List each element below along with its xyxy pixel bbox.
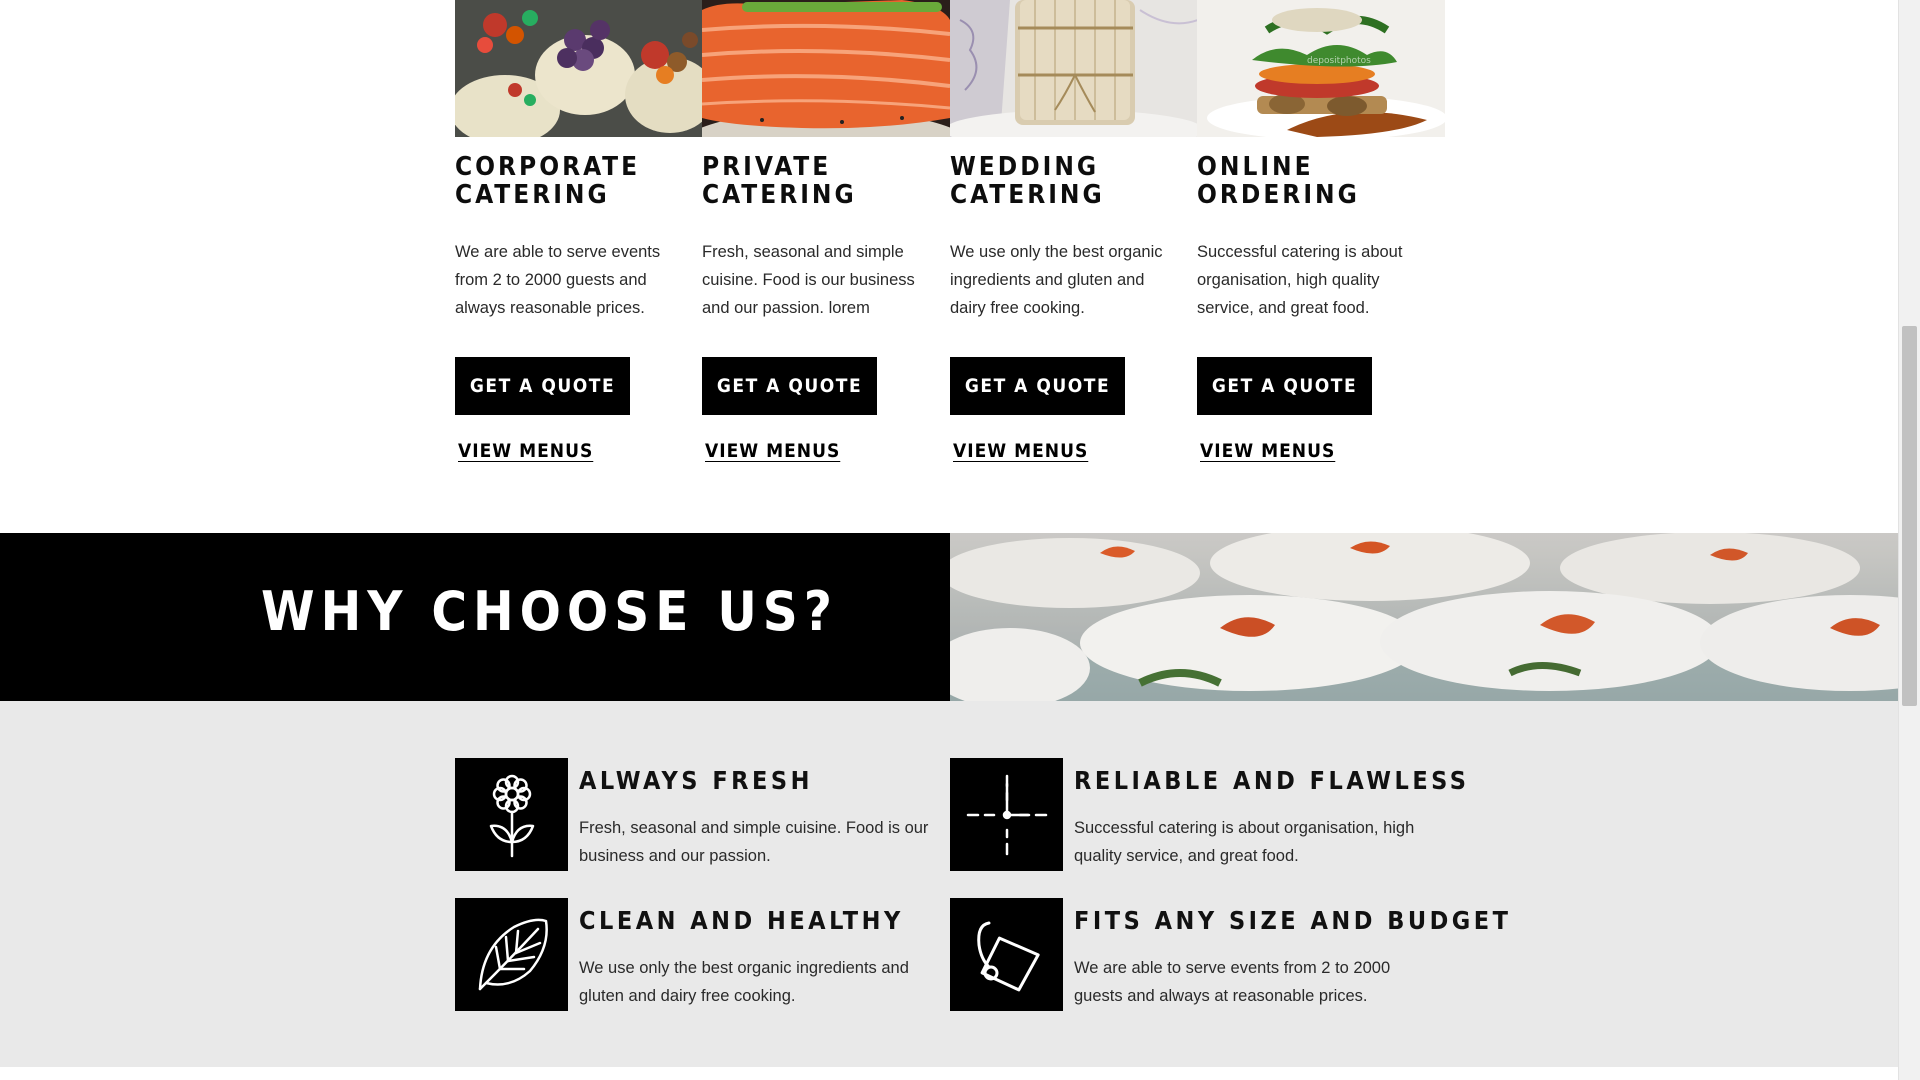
view-menus-link[interactable]: VIEW MENUS (953, 440, 1088, 462)
page-footer-edge (0, 1067, 1898, 1080)
service-description: We are able to serve events from 2 to 20… (455, 243, 661, 317)
view-menus-link[interactable]: VIEW MENUS (458, 440, 593, 462)
flower-icon (455, 758, 568, 871)
service-description: We use only the best organic ingredients… (950, 243, 1163, 317)
feature-clean-healthy: CLEAN AND HEALTHY We use only the best o… (455, 898, 935, 1012)
get-quote-button[interactable]: GET A QUOTE (1197, 357, 1372, 415)
page: CORPORATE CATERING We are able to serve … (0, 0, 1898, 1080)
feature-title: ALWAYS FRESH (579, 766, 813, 795)
get-quote-button[interactable]: GET A QUOTE (455, 357, 630, 415)
feature-title: CLEAN AND HEALTHY (579, 906, 904, 935)
leaf-icon (455, 898, 568, 1011)
clock-icon (950, 758, 1063, 871)
service-title: PRIVATE CATERING (702, 152, 857, 210)
get-quote-button[interactable]: GET A QUOTE (702, 357, 877, 415)
service-title: WEDDING CATERING (950, 152, 1105, 210)
features-section: ALWAYS FRESH Fresh, seasonal and simple … (0, 701, 1898, 1067)
why-choose-us-title: WHY CHOOSE US? (261, 580, 838, 643)
feature-title: FITS ANY SIZE AND BUDGET (1074, 906, 1512, 935)
service-card-private: PRIVATE CATERING Fresh, seasonal and sim… (702, 0, 950, 462)
why-choose-us-panel: WHY CHOOSE US? (0, 533, 950, 701)
get-quote-button[interactable]: GET A QUOTE (950, 357, 1125, 415)
feature-fits-any-budget: FITS ANY SIZE AND BUDGET We are able to … (950, 898, 1508, 1012)
svg-text:depositphotos: depositphotos (1307, 56, 1371, 66)
service-photo-stacked-burger: depositphotos (1197, 0, 1445, 137)
service-title: ONLINE ORDERING (1197, 152, 1360, 210)
why-choose-us-banner: WHY CHOOSE US? (0, 533, 1898, 701)
scrollbar-thumb[interactable] (1902, 326, 1917, 706)
service-photo-appetizer-platter (455, 0, 703, 137)
service-card-wedding: WEDDING CATERING We use only the best or… (950, 0, 1198, 462)
view-menus-link[interactable]: VIEW MENUS (705, 440, 840, 462)
service-card-online: depositphotos ONLINE ORDERING Successful… (1197, 0, 1445, 462)
feature-description: Successful catering is about organisatio… (1074, 819, 1415, 865)
service-photo-salmon-fillet (702, 0, 950, 137)
service-title: CORPORATE CATERING (455, 152, 641, 210)
feature-reliable-flawless: RELIABLE AND FLAWLESS Successful caterin… (950, 758, 1466, 872)
feature-always-fresh: ALWAYS FRESH Fresh, seasonal and simple … (455, 758, 935, 872)
service-photo-tied-sandwiches (950, 0, 1198, 137)
service-card-corporate: CORPORATE CATERING We are able to serve … (455, 0, 703, 462)
services-section: CORPORATE CATERING We are able to serve … (0, 0, 1898, 533)
view-menus-link[interactable]: VIEW MENUS (1200, 440, 1335, 462)
feature-description: Fresh, seasonal and simple cuisine. Food… (579, 819, 929, 865)
feature-description: We are able to serve events from 2 to 20… (1074, 959, 1391, 1005)
vertical-scrollbar[interactable] (1898, 0, 1920, 1080)
plated-appetizers-photo (950, 533, 1898, 701)
service-description: Fresh, seasonal and simple cuisine. Food… (702, 243, 915, 317)
service-description: Successful catering is about organisatio… (1197, 243, 1403, 317)
feature-description: We use only the best organic ingredients… (579, 959, 909, 1005)
feature-title: RELIABLE AND FLAWLESS (1074, 766, 1470, 795)
price-tag-icon (950, 898, 1063, 1011)
